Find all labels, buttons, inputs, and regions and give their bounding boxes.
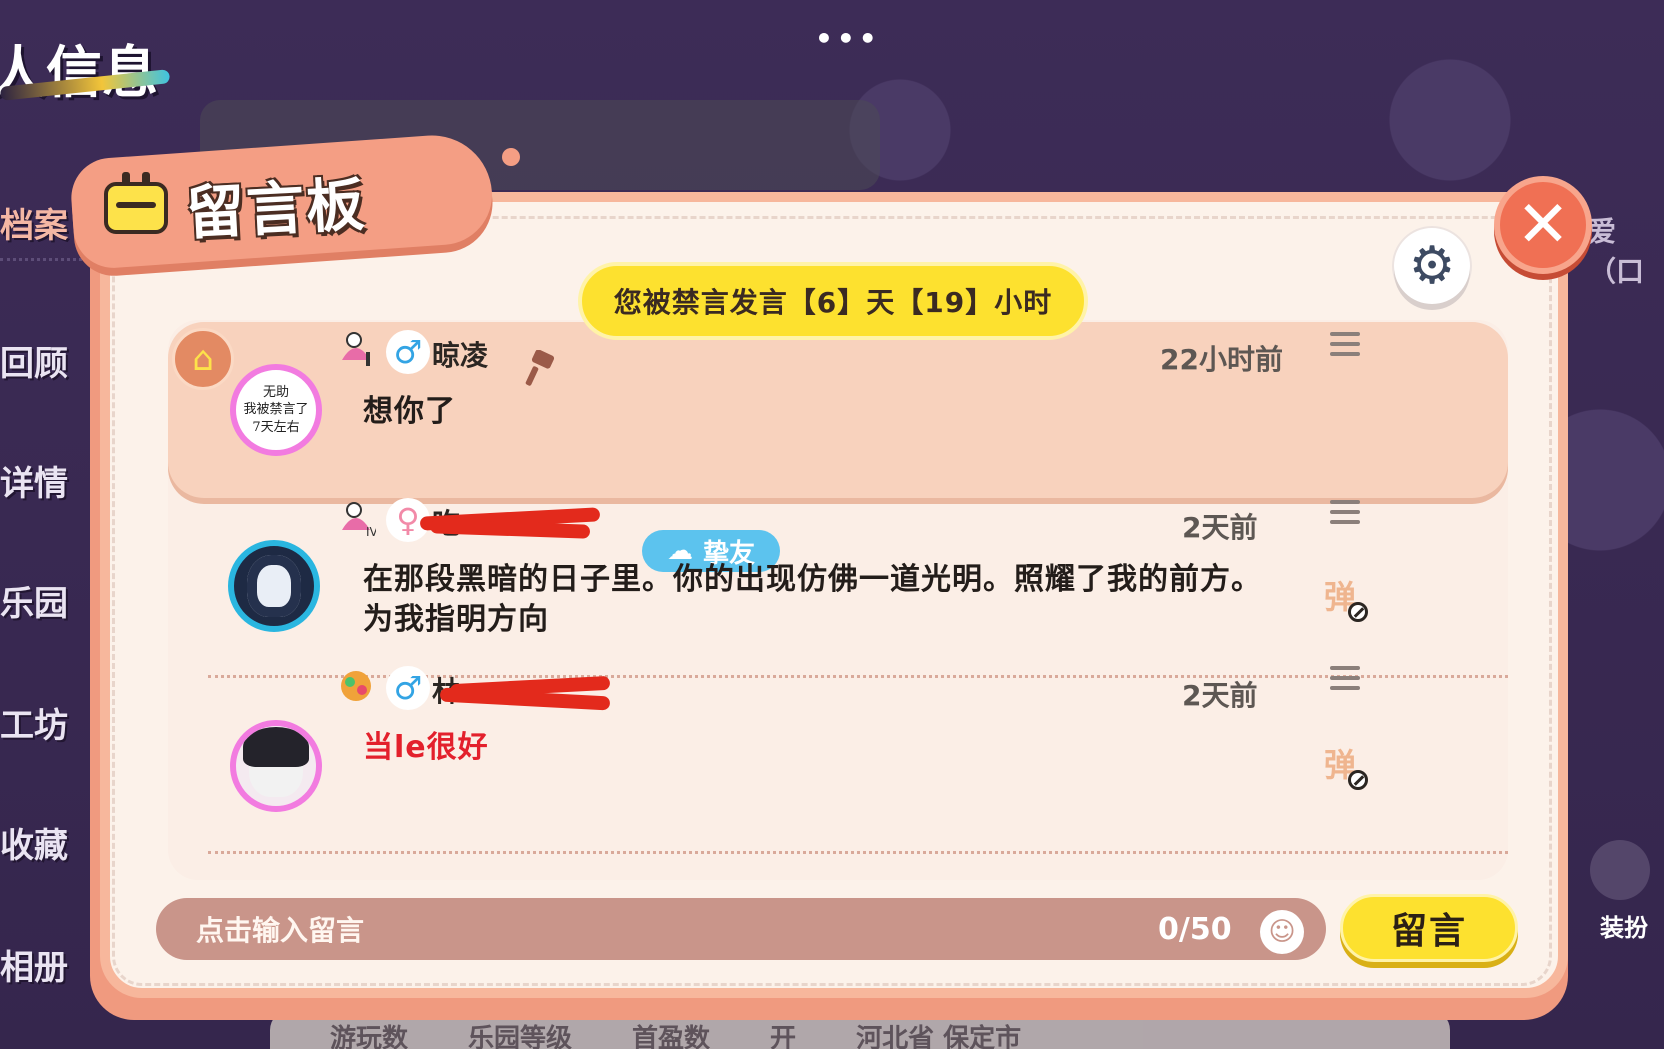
message-time: 2天前	[1182, 511, 1258, 544]
svg-text:IV: IV	[366, 525, 376, 539]
stat-label: 首盈数	[632, 1024, 711, 1049]
message-text: 当le很好	[363, 730, 489, 765]
avatar[interactable]: 无助 我被禁言了 7天左右	[230, 364, 322, 456]
sidebar-item-collection[interactable]: 收藏	[0, 818, 68, 867]
sidebar-item-details[interactable]: 详情	[0, 456, 68, 505]
stat-label: 游玩数	[330, 1024, 409, 1049]
menu-icon[interactable]	[1330, 666, 1360, 692]
disabled-icon	[1348, 602, 1369, 622]
level-badge-icon: IV	[342, 502, 376, 539]
message-time: 2天前	[1182, 679, 1258, 712]
message-input[interactable]	[196, 908, 1096, 952]
sidebar-item-archive[interactable]: 档案	[0, 198, 68, 247]
send-message-button[interactable]: 留言	[1340, 894, 1518, 962]
stat-label: 开	[770, 1024, 797, 1049]
sidebar-divider	[0, 258, 95, 261]
close-icon: ✕	[1516, 188, 1570, 262]
message-time: 22小时前	[1160, 343, 1283, 376]
stat-label: 乐园等级	[468, 1024, 573, 1049]
male-gender-icon: ♂	[386, 330, 430, 374]
message-text: 想你了	[363, 394, 456, 429]
settings-button[interactable]: ⚙	[1394, 228, 1470, 304]
danmu-button[interactable]: 弹	[1324, 572, 1369, 622]
board-icon	[104, 172, 168, 234]
username[interactable]: 晾凌	[432, 334, 488, 374]
emoji-button[interactable]: ☺	[1260, 910, 1304, 954]
level-badge-icon	[342, 332, 370, 366]
more-dots-icon[interactable]: •••	[815, 22, 881, 55]
close-button[interactable]: ✕	[1494, 176, 1592, 274]
stat-label: 河北省 保定市	[856, 1024, 1022, 1049]
ban-notice-banner: 您被禁言发言【6】天【19】小时	[578, 262, 1088, 340]
char-counter: 0/50	[1158, 912, 1232, 947]
gear-icon: ⚙	[1408, 236, 1456, 296]
dressup-icon[interactable]	[1590, 840, 1650, 900]
dressup-label[interactable]: 装扮	[1600, 908, 1648, 943]
level-badge-icon	[341, 671, 371, 701]
menu-icon[interactable]	[1330, 332, 1360, 358]
danmu-button[interactable]: 弹	[1324, 740, 1369, 790]
sidebar-item-review[interactable]: 回顾	[0, 336, 68, 385]
title-ribbon-dot	[502, 148, 520, 166]
avatar[interactable]	[230, 720, 322, 812]
avatar-face	[247, 555, 301, 617]
background-fragment-text: 爱（口	[1588, 215, 1645, 288]
avatar[interactable]	[228, 540, 320, 632]
message-text-line2: 为我指明方向	[363, 602, 549, 637]
gavel-icon	[525, 350, 555, 386]
sidebar-item-park[interactable]: 乐园	[0, 576, 68, 625]
avatar-face	[243, 727, 309, 797]
home-icon: ⌂	[172, 328, 234, 390]
male-gender-icon: ♂	[386, 666, 430, 710]
avatar-note: 无助 我被禁言了 7天左右	[243, 384, 309, 435]
disabled-icon	[1348, 770, 1369, 790]
menu-icon[interactable]	[1330, 500, 1360, 526]
modal-title: 留言板	[184, 170, 368, 248]
message-text: 在那段黑暗的日子里。你的出现仿佛一道光明。照耀了我的前方。	[363, 562, 1262, 597]
sidebar-item-album[interactable]: 相册	[0, 940, 68, 989]
sidebar-item-workshop[interactable]: 工坊	[0, 698, 68, 747]
